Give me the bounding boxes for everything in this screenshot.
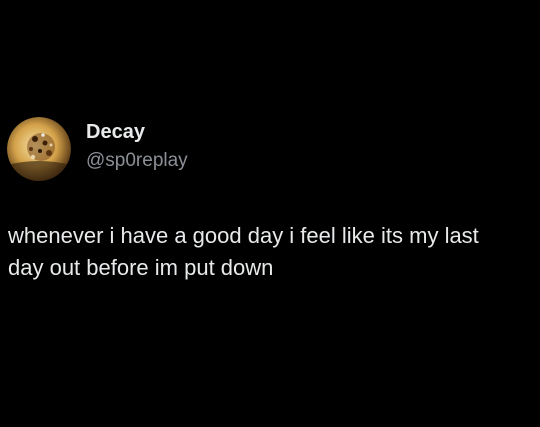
tweet-card: Decay @sp0replay whenever i have a good … (0, 0, 540, 427)
avatar-image (7, 117, 71, 181)
avatar[interactable] (7, 117, 71, 181)
tweet-body-text: whenever i have a good day i feel like i… (8, 223, 479, 280)
display-name[interactable]: Decay (86, 120, 145, 144)
user-handle[interactable]: @sp0replay (86, 149, 188, 173)
